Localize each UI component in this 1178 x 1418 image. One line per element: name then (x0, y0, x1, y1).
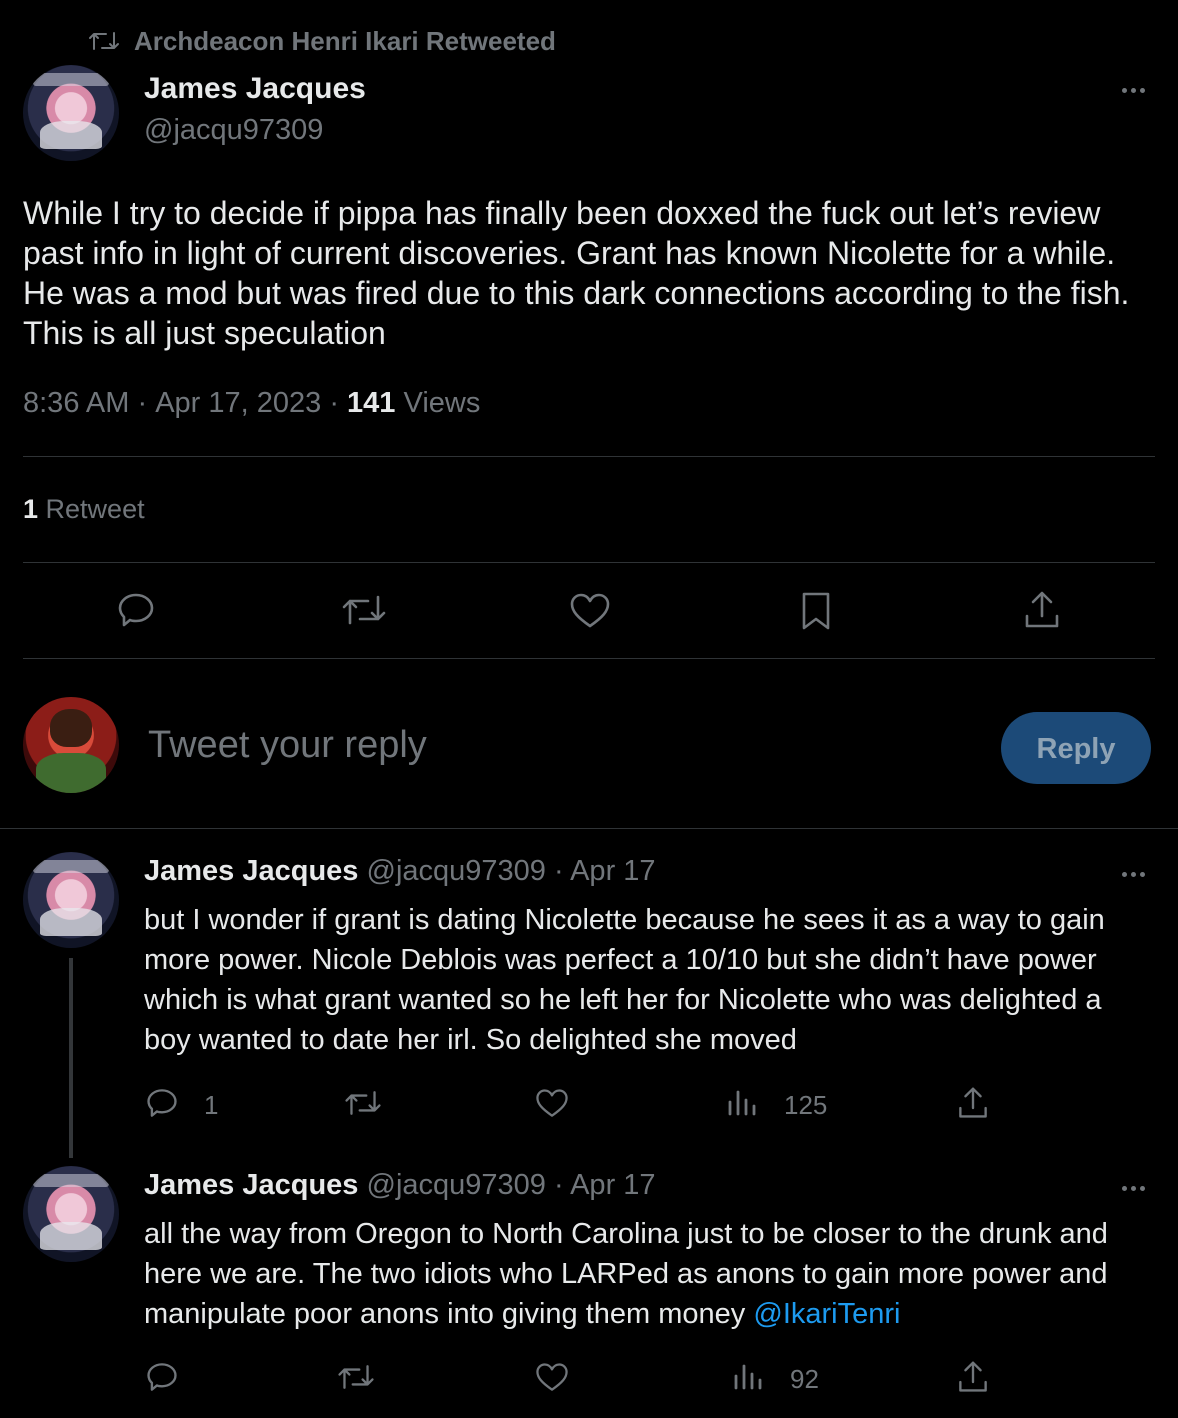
reply-icon (147, 1089, 177, 1117)
retweet-count-label: Retweet (38, 494, 145, 524)
views-icon (728, 1090, 756, 1116)
reply-count: 1 (204, 1090, 219, 1120)
thread-author-handle[interactable]: @jacqu97309 (367, 855, 546, 887)
views-label[interactable]: Views (395, 387, 480, 420)
thread-tweet-date[interactable]: · Apr 17 (546, 855, 656, 887)
share-button[interactable] (957, 1360, 989, 1394)
like-button[interactable] (535, 1088, 569, 1119)
thread-author-name[interactable]: James Jacques (144, 855, 358, 887)
views-count[interactable]: 141 (347, 387, 395, 420)
reply-icon (118, 593, 154, 627)
retweet-count[interactable]: 1 Retweet (23, 494, 145, 525)
thread-tweet-header: James Jacques @jacqu97309 · Apr 17 (144, 1169, 656, 1202)
thread-author-name[interactable]: James Jacques (144, 1169, 358, 1201)
thread-tweet-date[interactable]: · Apr 17 (546, 1169, 656, 1201)
thread-connector (69, 958, 73, 1158)
like-button[interactable] (569, 592, 611, 630)
views-icon (734, 1364, 762, 1390)
divider (0, 828, 1178, 829)
thread-tweet-text: all the way from Oregon to North Carolin… (144, 1214, 1156, 1334)
meta-separator: · (321, 387, 348, 419)
views-button[interactable] (727, 1088, 757, 1118)
reply-input[interactable]: Tweet your reply (148, 724, 427, 767)
tweet-date[interactable]: Apr 17, 2023 (155, 387, 321, 420)
more-icon[interactable] (1122, 1186, 1145, 1191)
like-icon (570, 593, 610, 628)
share-icon (959, 1361, 987, 1392)
reply-button[interactable] (116, 591, 156, 629)
author-avatar[interactable] (23, 65, 119, 161)
views-count: 92 (790, 1364, 819, 1394)
retweet-icon (345, 1091, 381, 1115)
meta-separator: · (129, 387, 156, 419)
share-button[interactable] (1023, 590, 1061, 630)
share-icon (959, 1087, 987, 1118)
thread-author-avatar[interactable] (23, 852, 119, 948)
retweet-icon (342, 595, 386, 625)
thread-author-handle[interactable]: @jacqu97309 (367, 1169, 546, 1201)
retweet-count-value: 1 (23, 494, 39, 524)
share-icon (1025, 591, 1059, 628)
retweet-button[interactable] (341, 593, 387, 627)
retweet-button[interactable] (344, 1089, 382, 1117)
share-button[interactable] (957, 1086, 989, 1120)
tweet-text: While I try to decide if pippa has final… (23, 195, 1130, 351)
divider (23, 658, 1155, 659)
thread-tweet-text: but I wonder if grant is dating Nicolett… (144, 904, 1105, 1056)
more-icon[interactable] (1122, 872, 1145, 877)
thread-tweet-text-content: all the way from Oregon to North Carolin… (144, 1218, 1117, 1330)
retweet-icon (338, 1365, 374, 1389)
social-context-label[interactable]: Archdeacon Henri Ikari Retweeted (134, 26, 556, 57)
like-icon (536, 1363, 568, 1391)
thread-author-avatar[interactable] (23, 1166, 119, 1262)
reply-button[interactable] (145, 1361, 179, 1393)
reply-button[interactable] (145, 1087, 179, 1119)
author-name[interactable]: James Jacques (144, 72, 366, 106)
reply-submit-button[interactable]: Reply (1001, 712, 1151, 784)
like-button[interactable] (535, 1362, 569, 1393)
divider (23, 456, 1155, 457)
current-user-avatar[interactable] (23, 697, 119, 793)
reply-submit-label: Reply (1036, 733, 1116, 765)
more-icon[interactable] (1122, 88, 1145, 93)
mention-link[interactable]: @IkariTenri (753, 1298, 900, 1330)
tweet-time[interactable]: 8:36 AM (23, 387, 129, 420)
views-button[interactable] (733, 1362, 763, 1392)
thread-tweet-header: James Jacques @jacqu97309 · Apr 17 (144, 855, 656, 888)
author-handle[interactable]: @jacqu97309 (144, 114, 323, 147)
bookmark-icon (802, 592, 830, 630)
bookmark-button[interactable] (800, 590, 832, 632)
reply-icon (147, 1363, 177, 1391)
social-context: Archdeacon Henri Ikari Retweeted (88, 24, 556, 58)
like-icon (536, 1089, 568, 1117)
divider (23, 562, 1155, 563)
tweet-meta: 8:36 AM · Apr 17, 2023 · 141 Views (23, 387, 480, 420)
views-count: 125 (784, 1090, 828, 1120)
retweet-icon (89, 32, 119, 50)
retweet-button[interactable] (337, 1363, 375, 1391)
